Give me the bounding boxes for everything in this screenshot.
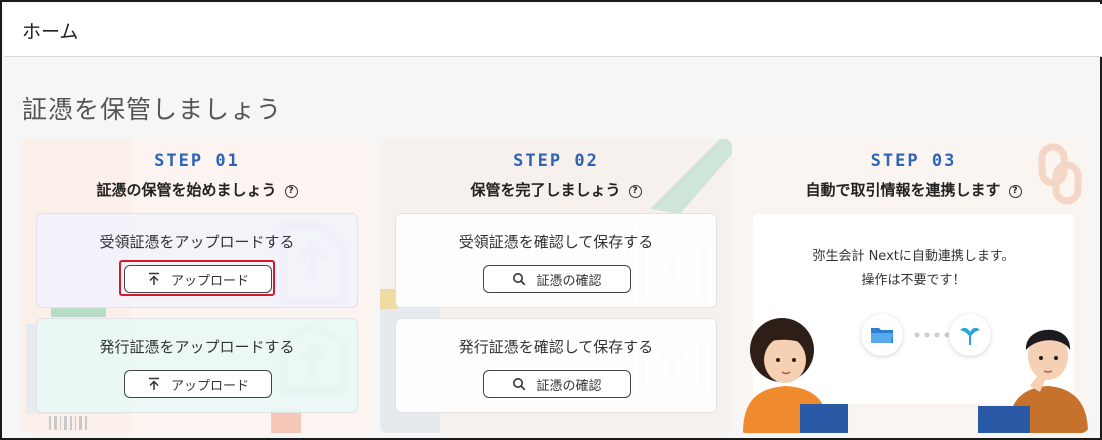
issued-confirm-button-label: 証憑の確認 — [536, 378, 602, 394]
received-confirm-label: 受領証憑を確認して保存する — [458, 233, 654, 251]
help-icon[interactable]: ? — [1008, 185, 1022, 198]
issued-upload-button[interactable]: アップロード — [124, 370, 272, 398]
search-icon — [513, 378, 526, 391]
issued-confirm-button[interactable]: 証憑の確認 — [483, 370, 631, 398]
person-illustration-right — [978, 329, 1088, 433]
upload-arrow-icon — [148, 377, 159, 390]
link-dots-icon — [914, 332, 950, 338]
step-02-title-text: 保管を完了しましょう — [470, 181, 621, 199]
step-01-title: 証憑の保管を始めましょう? — [21, 179, 373, 200]
search-icon — [513, 273, 526, 286]
issued-upload-button-label: アップロード — [170, 378, 249, 394]
person-illustration-left — [743, 318, 848, 433]
page-title: 証憑を保管しましょう — [22, 95, 283, 124]
help-icon[interactable]: ? — [284, 185, 298, 198]
step-01-label: STEP 01 — [154, 151, 240, 171]
page-header-title: ホーム — [22, 21, 79, 43]
received-confirm-button[interactable]: 証憑の確認 — [483, 265, 631, 293]
folder-icon — [861, 314, 903, 356]
received-upload-label: 受領証憑をアップロードする — [99, 233, 295, 251]
issued-confirm-box: 発行証憑を確認して保存する 証憑の確認 — [395, 318, 717, 413]
issued-confirm-label: 発行証憑を確認して保存する — [458, 338, 654, 356]
help-icon[interactable]: ? — [628, 185, 642, 198]
auto-link-message: 弥生会計 Nextに自動連携します。 操作は不要です！ — [753, 245, 1074, 293]
issued-upload-label: 発行証憑をアップロードする — [99, 338, 295, 356]
step-02-label: STEP 02 — [513, 151, 599, 171]
step-03-card: STEP 03 自動で取引情報を連携します? 弥生会計 Nextに自動連携します… — [738, 139, 1089, 433]
auto-link-message-line2: 操作は不要です！ — [861, 273, 966, 288]
step-03-label: STEP 03 — [870, 151, 957, 171]
top-bar: ホーム — [4, 4, 1102, 57]
step-02-card: STEP 02 保管を完了しましょう? 受領証憑を確認して保存する 証憑の確認 … — [380, 139, 732, 433]
step-02-title: 保管を完了しましょう? — [380, 179, 732, 200]
highlight-frame — [119, 260, 275, 296]
received-confirm-button-label: 証憑の確認 — [536, 273, 602, 289]
auto-link-message-line1: 弥生会計 Nextに自動連携します。 — [812, 249, 1015, 264]
app-frame: ホーム 証憑を保管しましょう STEP 01 証憑の保管を始めましょう? 受領証… — [0, 0, 1102, 440]
issued-upload-box: 発行証憑をアップロードする アップロード — [36, 318, 358, 413]
step-03-title: 自動で取引情報を連携します? — [738, 179, 1089, 200]
received-confirm-box: 受領証憑を確認して保存する 証憑の確認 — [395, 213, 717, 308]
step-01-title-text: 証憑の保管を始めましょう — [96, 181, 277, 199]
step-03-title-text: 自動で取引情報を連携します — [805, 181, 1001, 199]
